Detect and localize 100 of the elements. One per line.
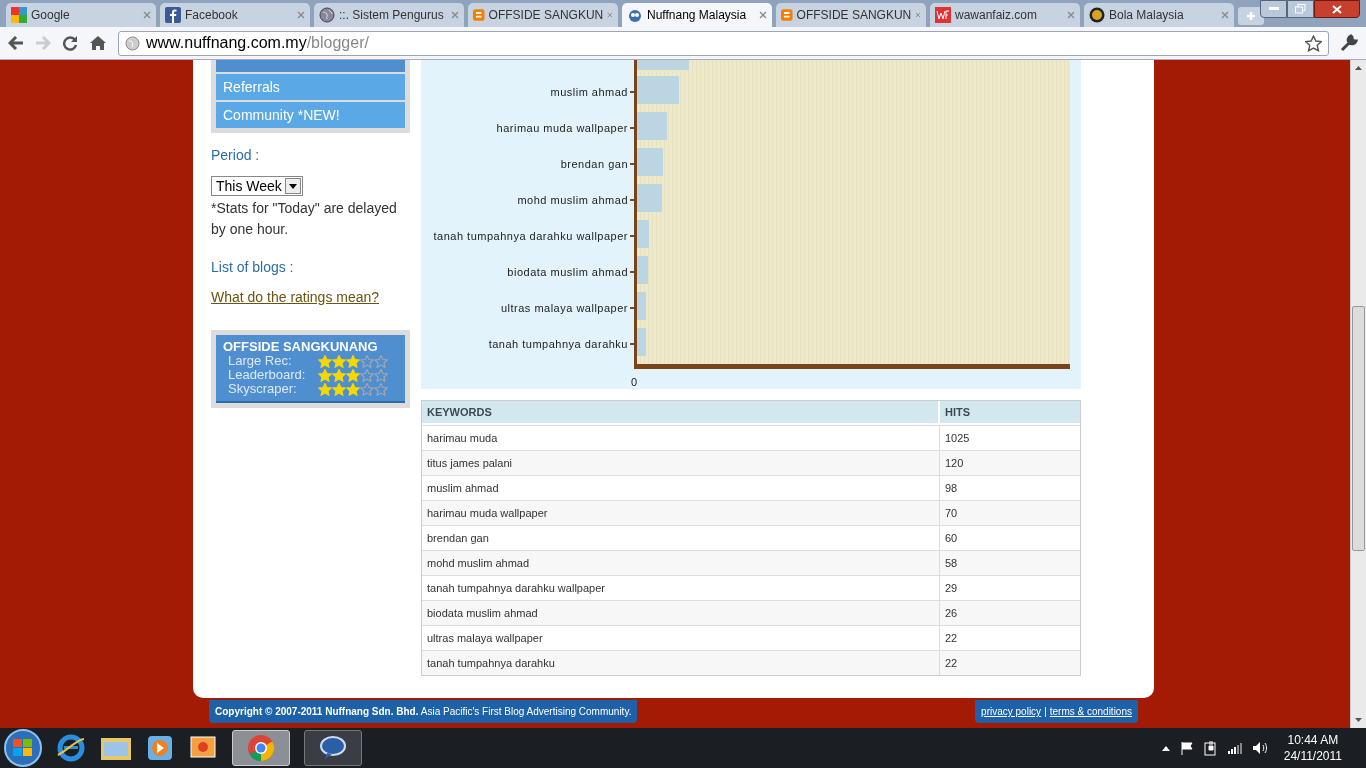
tab-title: Google: [31, 7, 71, 24]
filled-star-icon: [346, 368, 360, 382]
browser-tab[interactable]: OFFSIDE SANGKUN: [468, 3, 618, 27]
clock[interactable]: 10:44 AM 24/11/2011: [1283, 732, 1342, 764]
start-button[interactable]: [4, 729, 42, 767]
filled-star-icon: [346, 382, 360, 396]
caret-up-icon[interactable]: [1161, 745, 1170, 751]
period-select[interactable]: This Week: [211, 176, 303, 196]
terms-link[interactable]: terms & conditions: [1049, 704, 1132, 719]
filled-star-icon: [318, 382, 332, 396]
table-cell-text: 120: [944, 455, 965, 471]
scroll-thumb[interactable]: [1352, 306, 1365, 551]
table-cell-text: 1025: [944, 430, 971, 446]
tab-title: ::. Sistem Pengurus: [339, 7, 445, 24]
empty-star-icon: [374, 354, 388, 368]
tab-title: wawanfaiz.com: [955, 7, 1039, 24]
power-plug-icon[interactable]: [1203, 740, 1218, 756]
tab-title: Nuffnang Malaysia: [647, 7, 748, 24]
table-cell-text: 29: [944, 580, 959, 596]
restore-icon: [1295, 4, 1306, 14]
browser-tab[interactable]: ::. Sistem Pengurus: [314, 3, 464, 27]
filled-star-icon: [332, 368, 346, 382]
blog-name: OFFSIDE SANGKUNANG: [223, 340, 379, 354]
filled-star-icon: [346, 354, 360, 368]
star-icon[interactable]: [1305, 34, 1322, 52]
scroll-down-icon[interactable]: [1355, 718, 1362, 722]
tab-title: Bola Malaysia: [1109, 7, 1185, 24]
minimize-button[interactable]: [1260, 0, 1287, 18]
chart-label: harimau muda wallpaper: [496, 120, 628, 136]
crest-icon: [1089, 7, 1105, 23]
stats-note: *Stats for "Today" are delayed by one hour.: [211, 199, 398, 239]
browser-tab[interactable]: Google: [6, 3, 156, 27]
chart-bar: [637, 256, 649, 284]
table-cell-text: 98: [944, 480, 959, 496]
restore-button[interactable]: [1287, 0, 1314, 18]
chart-label: brendan gan: [560, 156, 628, 172]
back-arrow-icon[interactable]: [8, 36, 24, 50]
table-cell-text: 26: [944, 605, 959, 621]
wf-logo-icon: [935, 7, 951, 23]
mascot-icon: [627, 7, 643, 23]
clock-time: 10:44 AM: [1287, 732, 1339, 748]
rating-label: Skyscraper:: [228, 382, 298, 396]
tab-title: OFFSIDE SANGKUN: [488, 7, 604, 24]
table-cell-text: 60: [944, 530, 959, 546]
browser-tab[interactable]: Bola Malaysia: [1084, 3, 1234, 27]
chart-label: tanah tumpahnya darahku: [488, 336, 628, 352]
table-cell-text: 22: [944, 655, 959, 671]
chart-bar: [637, 220, 650, 248]
blogs-label: List of blogs :: [211, 258, 295, 277]
table-cell-text: 58: [944, 555, 959, 571]
rating-label: Leaderboard:: [228, 368, 307, 382]
address-bar[interactable]: www.nuffnang.com.my/blogger/: [118, 30, 1329, 56]
browser-tab[interactable]: OFFSIDE SANGKUN: [776, 3, 926, 27]
chart-bar: [637, 112, 668, 140]
globe-icon: [319, 7, 335, 23]
rating-label: Large Rec:: [228, 354, 293, 368]
chart-bar: [637, 76, 680, 104]
chart-bar: [637, 60, 689, 70]
browser-tab[interactable]: Nuffnang Malaysia: [622, 3, 772, 27]
browser-tab[interactable]: Facebook: [160, 3, 310, 27]
filled-star-icon: [332, 354, 346, 368]
flag-icon[interactable]: [1179, 741, 1194, 755]
plus-icon: [1246, 11, 1256, 21]
blogger-icon: [781, 7, 793, 23]
browser-e-icon[interactable]: [56, 733, 86, 763]
chart-bar: [637, 148, 663, 176]
chart-label: mohd muslim ahmad: [517, 192, 628, 208]
chart-bar: [637, 292, 647, 320]
google-icon: [11, 7, 27, 23]
ratings-link[interactable]: What do the ratings mean?: [211, 287, 410, 308]
chart-label: ultras malaya wallpaper: [500, 300, 628, 316]
windows-logo-icon: [13, 739, 33, 757]
chart-label: biodata muslim ahmad: [507, 264, 628, 280]
close-icon: [1332, 4, 1342, 14]
privacy-link[interactable]: privacy policy: [981, 704, 1042, 719]
link-separator: |: [1044, 705, 1047, 719]
reload-icon[interactable]: [62, 35, 78, 51]
chart-bar: [637, 328, 647, 356]
chrome-logo-icon: [247, 734, 275, 762]
close-icon[interactable]: [759, 11, 767, 19]
browser-tab[interactable]: wawanfaiz.com: [930, 3, 1080, 27]
close-button[interactable]: [1314, 0, 1360, 18]
blogger-icon: [473, 7, 485, 23]
home-icon[interactable]: [89, 35, 107, 51]
speaker-icon[interactable]: [1251, 741, 1268, 755]
url-text: www.nuffnang.com.my/blogger/: [146, 33, 369, 53]
table-cell-text: 22: [944, 630, 959, 646]
minimize-icon: [1268, 7, 1279, 11]
wrench-icon[interactable]: [1340, 34, 1358, 52]
media-player-icon[interactable]: [146, 734, 174, 762]
axis-tick-label: 0: [631, 376, 638, 388]
signal-bars-icon[interactable]: [1227, 742, 1242, 754]
scroll-up-icon[interactable]: [1355, 66, 1362, 70]
taskbar-button[interactable]: [304, 730, 362, 766]
filled-star-icon: [332, 382, 346, 396]
chart-label: muslim ahmad: [550, 84, 628, 100]
new-tab-button[interactable]: [1238, 7, 1264, 25]
speech-bubble-icon: [319, 735, 347, 761]
table-cell: tanah tumpahnya darahku: [422, 651, 940, 675]
filled-star-icon: [318, 368, 332, 382]
